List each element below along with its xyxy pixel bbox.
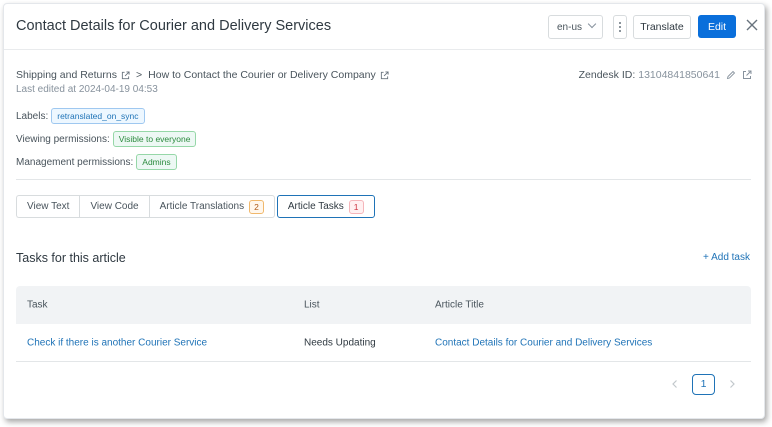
pagination: 1 [664,373,743,395]
tab-label: View Code [90,201,139,212]
article-tabs: View Text View Code Article Translations… [16,195,375,218]
zendesk-id-value: 13104841850641 [638,69,720,81]
management-permissions-row: Management permissions: Admins [16,154,177,170]
viewing-permissions-label: Viewing permissions: [16,133,110,145]
breadcrumb-link-section[interactable]: How to Contact the Courier or Delivery C… [148,69,376,81]
article-details-panel: Contact Details for Courier and Delivery… [3,3,765,419]
label-badge: retranslated_on_sync [51,108,145,124]
page-number-current[interactable]: 1 [692,373,715,395]
translations-count-badge: 2 [249,199,264,214]
external-link-icon[interactable] [121,70,130,80]
external-link-icon[interactable] [742,70,752,80]
language-select[interactable]: en-us [548,15,603,39]
language-value: en-us [557,21,583,33]
panel-header: Contact Details for Courier and Delivery… [4,4,764,50]
viewing-permissions-badge: Visible to everyone [112,131,197,147]
edit-button[interactable]: Edit [698,15,736,38]
tasks-count-badge: 1 [348,199,364,214]
table-row: Check if there is another Courier Servic… [16,324,751,362]
tab-label: Article Tasks [287,201,344,212]
breadcrumb: Shipping and Returns > How to Contact th… [16,69,389,81]
tab-article-tasks[interactable]: Article Tasks 1 [276,195,375,218]
tasks-section-title: Tasks for this article [16,251,126,265]
task-list: Needs Updating [304,337,376,348]
tab-article-translations[interactable]: Article Translations 2 [148,195,275,218]
divider [16,179,751,180]
chevron-down-icon [587,19,597,29]
column-header-task: Task [27,299,48,311]
tab-view-text[interactable]: View Text [16,195,80,218]
add-task-button[interactable]: + Add task [703,252,750,263]
tab-label: View Text [27,201,70,212]
external-link-icon[interactable] [380,70,389,80]
page-title: Contact Details for Courier and Delivery… [16,18,332,34]
breadcrumb-separator: > [136,69,143,81]
column-header-article-title: Article Title [435,299,484,311]
task-link[interactable]: Check if there is another Courier Servic… [27,337,207,348]
viewing-permissions-row: Viewing permissions: Visible to everyone [16,131,197,147]
labels-label: Labels: [16,110,49,122]
tasks-table: Task List Article Title Check if there i… [16,286,751,362]
column-header-list: List [304,299,320,311]
tab-view-code[interactable]: View Code [79,195,149,218]
translate-button[interactable]: Translate [633,15,691,39]
management-permissions-badge: Admins [136,154,177,170]
tab-label: Article Translations [159,201,245,212]
breadcrumb-link-category[interactable]: Shipping and Returns [16,69,117,81]
management-permissions-label: Management permissions: [16,156,134,168]
article-title-link[interactable]: Contact Details for Courier and Delivery… [435,337,652,348]
pencil-icon[interactable] [726,70,736,80]
kebab-menu-icon[interactable] [613,15,627,39]
last-edited: Last edited at 2024-04-19 04:53 [16,84,158,95]
zendesk-id-label: Zendesk ID: [578,69,636,81]
chevron-left-icon[interactable] [664,373,686,395]
zendesk-id: Zendesk ID: 13104841850641 [579,69,752,81]
close-icon[interactable] [745,18,759,32]
labels-row: Labels: retranslated_on_sync [16,108,145,124]
chevron-right-icon[interactable] [721,373,743,395]
table-header: Task List Article Title [16,286,751,324]
